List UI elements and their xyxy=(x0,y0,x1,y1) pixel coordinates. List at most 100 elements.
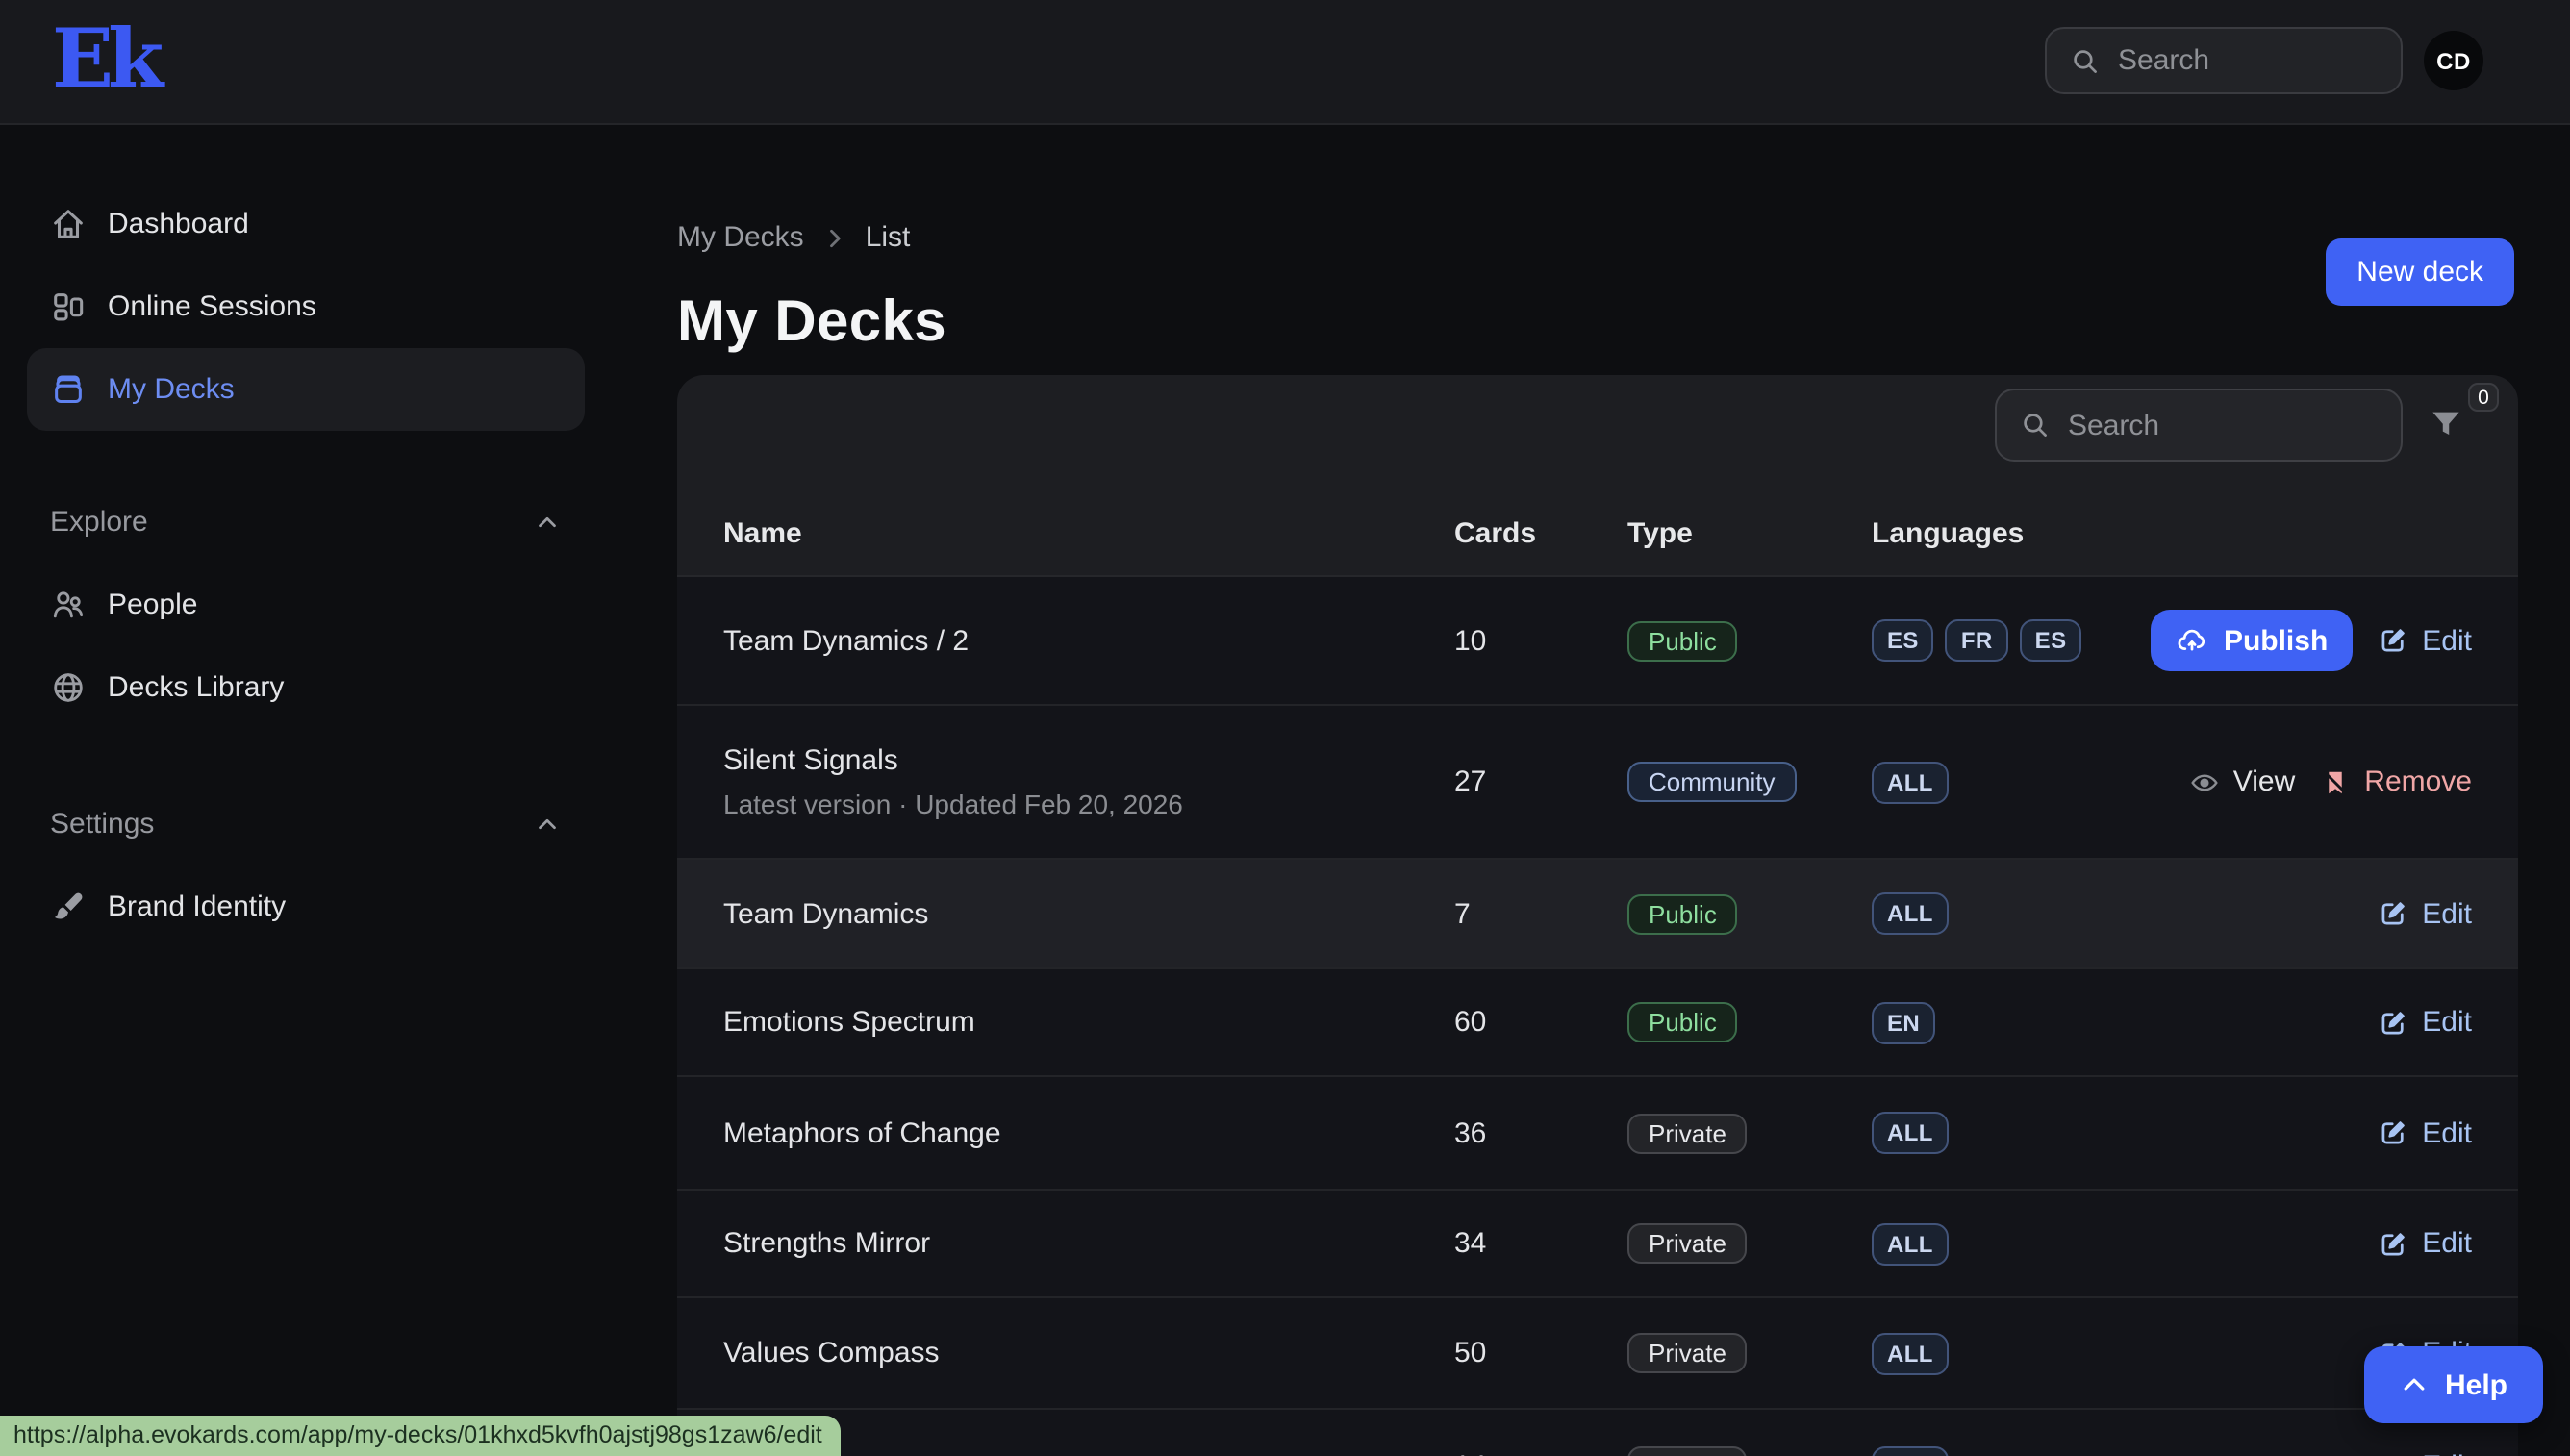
chevron-up-icon xyxy=(533,810,562,839)
top-bar: Ek Search CD xyxy=(0,0,2570,125)
deck-languages-cell: ALL xyxy=(1872,1332,2378,1374)
language-badge: ALL xyxy=(1872,1332,1949,1374)
deck-type-cell: Private xyxy=(1627,1223,1872,1264)
global-search-input[interactable]: Search xyxy=(2045,27,2403,94)
row-actions: Publish Edit xyxy=(2151,610,2472,671)
new-deck-button[interactable]: New deck xyxy=(2326,238,2514,306)
deck-cards-count: 36 xyxy=(1454,1117,1627,1149)
deck-cards-count: 27 xyxy=(1454,766,1627,798)
table-row: Strengths Mirror34Private ALLEdit xyxy=(677,1191,2518,1298)
deck-type-cell: Community xyxy=(1627,762,1872,802)
row-actions: View Remove xyxy=(2189,766,2472,798)
sidebar-section-settings[interactable]: Settings xyxy=(27,783,585,866)
deck-name: Emotions Spectrum xyxy=(723,1006,1454,1039)
deck-cards-count: 10 xyxy=(1454,624,1627,657)
deck-name-cell: Team Dynamics / 2 xyxy=(723,624,1454,657)
edit-link[interactable]: Edit xyxy=(2378,1117,2472,1149)
chevron-right-icon xyxy=(821,224,848,251)
sidebar-item-decks-library[interactable]: Decks Library xyxy=(27,646,585,729)
deck-type-badge: Public xyxy=(1627,893,1738,934)
deck-type-badge: Public xyxy=(1627,620,1738,661)
row-actions: Edit xyxy=(2378,1450,2472,1456)
sidebar: Dashboard Online Sessions My Decks Explo… xyxy=(0,123,677,1456)
deck-name: Values Compass xyxy=(723,1337,1454,1369)
avatar[interactable]: CD xyxy=(2424,31,2483,90)
main-content: My Decks List My Decks New deck Search 0 xyxy=(677,123,2570,1456)
table-search-input[interactable]: Search xyxy=(1995,389,2403,462)
globe-icon xyxy=(50,669,87,706)
table-row: 14Private ALLEdit xyxy=(677,1410,2518,1456)
eye-icon xyxy=(2189,766,2220,797)
deck-name-cell: Strengths Mirror xyxy=(723,1227,1454,1260)
column-header-languages: Languages xyxy=(1872,516,2472,549)
row-actions: Edit xyxy=(2378,1227,2472,1260)
sidebar-section-explore[interactable]: Explore xyxy=(27,481,585,564)
help-button[interactable]: Help xyxy=(2364,1346,2542,1423)
deck-name: Team Dynamics / 2 xyxy=(723,624,1454,657)
sessions-layout-icon xyxy=(50,289,87,325)
cloud-upload-icon xyxy=(2176,624,2208,657)
language-badge: ES xyxy=(2020,619,2082,662)
edit-link[interactable]: Edit xyxy=(2378,1006,2472,1039)
chevron-up-icon xyxy=(533,508,562,537)
sidebar-item-label: My Decks xyxy=(108,373,235,406)
global-search-placeholder: Search xyxy=(2118,44,2209,77)
status-url-bar: https://alpha.evokards.com/app/my-decks/… xyxy=(0,1416,842,1456)
deck-name: Team Dynamics xyxy=(723,897,1454,930)
sidebar-item-label: Brand Identity xyxy=(108,891,286,923)
deck-type-cell: Private xyxy=(1627,1113,1872,1153)
language-badge: ALL xyxy=(1872,892,1949,935)
deck-cards-count: 50 xyxy=(1454,1337,1627,1369)
app-root: Ek Search CD Dashboard Online Sessions xyxy=(0,0,2570,1456)
deck-languages-cell: ALL xyxy=(1872,1445,2378,1456)
sidebar-item-label: People xyxy=(108,589,197,621)
deck-languages-cell: ALL xyxy=(1872,1222,2378,1265)
table-header-row: Name Cards Type Languages xyxy=(677,490,2518,577)
remove-link[interactable]: Remove xyxy=(2320,766,2472,798)
publish-button[interactable]: Publish xyxy=(2151,610,2353,671)
breadcrumb-root[interactable]: My Decks xyxy=(677,221,804,254)
sidebar-item-online-sessions[interactable]: Online Sessions xyxy=(27,265,585,348)
deck-type-badge: Private xyxy=(1627,1333,1748,1373)
deck-type-badge: Public xyxy=(1627,1002,1738,1042)
home-icon xyxy=(50,206,87,242)
row-actions: Edit xyxy=(2378,1006,2472,1039)
deck-box-icon xyxy=(50,371,87,408)
sidebar-item-label: Decks Library xyxy=(108,671,284,704)
filter-funnel-icon[interactable] xyxy=(2428,406,2464,442)
deck-name-cell: Values Compass xyxy=(723,1337,1454,1369)
edit-link[interactable]: Edit xyxy=(2378,1227,2472,1260)
edit-link[interactable]: Edit xyxy=(2378,624,2472,657)
deck-type-badge: Community xyxy=(1627,762,1797,802)
sidebar-item-people[interactable]: People xyxy=(27,564,585,646)
edit-link[interactable]: Edit xyxy=(2378,897,2472,930)
edit-link[interactable]: Edit xyxy=(2378,1450,2472,1456)
app-logo[interactable]: Ek xyxy=(52,12,158,108)
deck-languages-cell: ALL xyxy=(1872,1112,2378,1154)
deck-subtitle: Latest version · Updated Feb 20, 2026 xyxy=(723,789,1454,819)
filter-count-badge: 0 xyxy=(2468,383,2499,412)
table-row: Team Dynamics / 210PublicESFRESPublishEd… xyxy=(677,577,2518,706)
decks-table-card: Search 0 Name Cards Type Languages Team … xyxy=(677,375,2518,1456)
deck-name-cell: Metaphors of Change xyxy=(723,1117,1454,1149)
deck-name-cell: Emotions Spectrum xyxy=(723,1006,1454,1039)
deck-type-badge: Private xyxy=(1627,1223,1748,1264)
column-header-name: Name xyxy=(723,516,1454,549)
deck-name: Silent Signals xyxy=(723,744,1454,777)
breadcrumb: My Decks List xyxy=(677,221,910,254)
row-actions: Edit xyxy=(2378,1117,2472,1149)
deck-cards-count: 34 xyxy=(1454,1227,1627,1260)
deck-cards-count: 14 xyxy=(1454,1450,1627,1456)
sidebar-item-dashboard[interactable]: Dashboard xyxy=(27,183,585,265)
deck-type-cell: Public xyxy=(1627,893,1872,934)
deck-languages-cell: ALL xyxy=(1872,761,2189,803)
edit-icon xyxy=(2378,898,2408,929)
deck-name-cell: Team Dynamics xyxy=(723,897,1454,930)
deck-type-cell: Public xyxy=(1627,620,1872,661)
page-title: My Decks xyxy=(677,290,946,356)
deck-type-badge: Private xyxy=(1627,1446,1748,1456)
sidebar-item-my-decks[interactable]: My Decks xyxy=(27,348,585,431)
view-link[interactable]: View xyxy=(2189,766,2296,798)
sidebar-item-brand-identity[interactable]: Brand Identity xyxy=(27,866,585,948)
column-header-cards: Cards xyxy=(1454,516,1627,549)
